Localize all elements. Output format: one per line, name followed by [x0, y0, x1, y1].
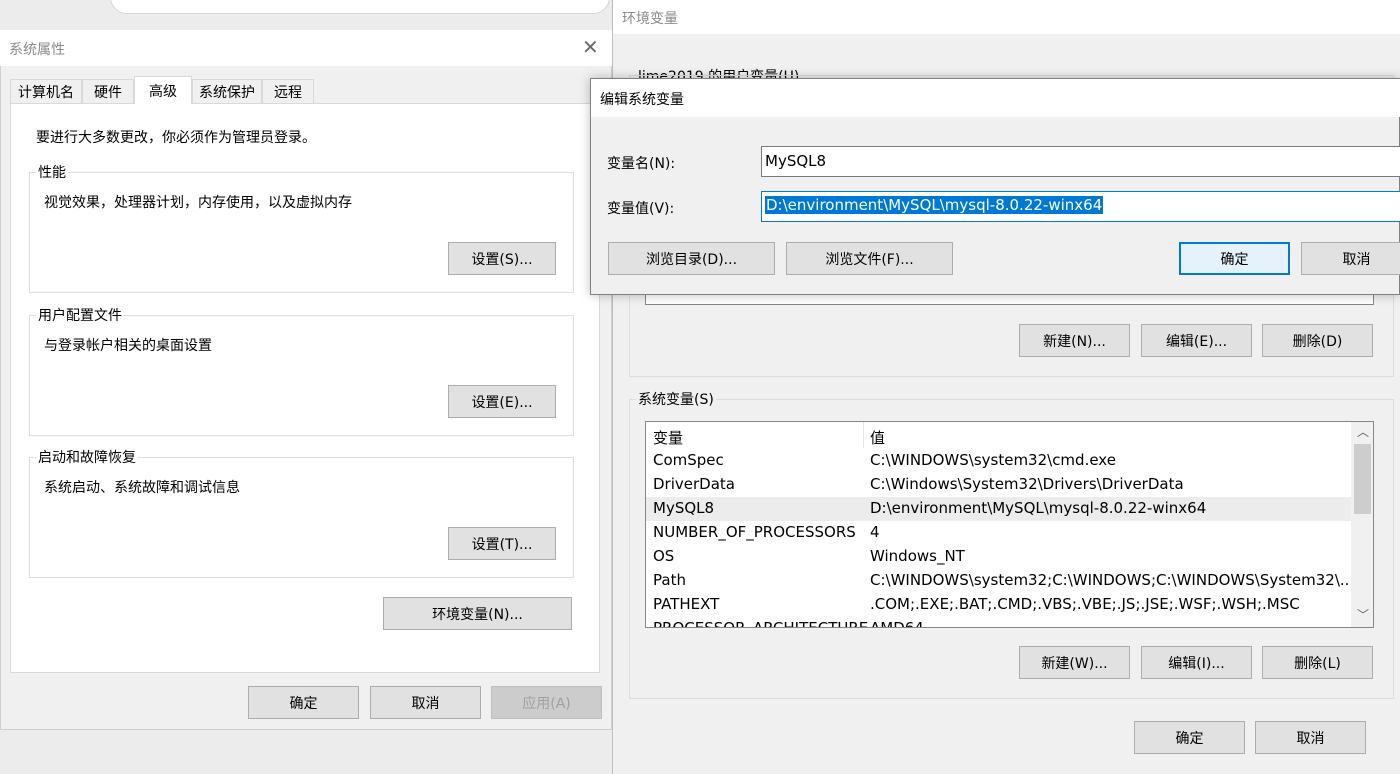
table-row[interactable]: NUMBER_OF_PROCESSORS 4	[646, 521, 1351, 545]
user-new-button[interactable]: 新建(N)...	[1019, 324, 1130, 357]
system-edit-button[interactable]: 编辑(I)...	[1141, 646, 1252, 679]
tab-system-protection[interactable]: 系统保护	[192, 79, 262, 104]
table-row[interactable]: PROCESSOR_ARCHITECTURE AMD64	[646, 617, 1351, 627]
table-row[interactable]: DriverData C:\Windows\System32\Drivers\Dr…	[646, 473, 1351, 497]
system-properties-ok-button[interactable]: 确定	[248, 686, 359, 719]
table-row-selected[interactable]: MySQL8 D:\environment\MySQL\mysql-8.0.22-…	[646, 497, 1351, 521]
edit-cancel-button[interactable]: 取消	[1301, 242, 1400, 275]
browse-directory-button[interactable]: 浏览目录(D)...	[608, 242, 775, 275]
system-delete-button[interactable]: 删除(L)	[1262, 646, 1373, 679]
close-icon[interactable]: ✕	[582, 35, 599, 59]
scrollbar-thumb[interactable]	[1354, 444, 1371, 514]
table-body: ComSpec C:\WINDOWS\system32\cmd.exe Drive…	[646, 448, 1354, 627]
user-edit-button[interactable]: 编辑(E)...	[1141, 324, 1252, 357]
variable-name-field[interactable]: MySQL8	[761, 146, 1400, 177]
window-title: 系统属性	[9, 42, 65, 58]
selected-value-text: D:\environment\MySQL\mysql-8.0.22-winx64	[765, 196, 1104, 214]
edit-dialog-title: 编辑系统变量	[600, 92, 684, 108]
user-profiles-title: 用户配置文件	[36, 305, 124, 325]
env-window-title: 环境变量	[622, 11, 678, 27]
environment-variables-button[interactable]: 环境变量(N)...	[383, 597, 572, 630]
edit-variable-dialog: 编辑系统变量 变量名(N): MySQL8 变量值(V): D:\environ…	[590, 78, 1400, 295]
scroll-down-icon[interactable]: ﹀	[1357, 606, 1369, 623]
table-scrollbar[interactable]: ︿ ﹀	[1351, 422, 1373, 627]
env-ok-button[interactable]: 确定	[1134, 721, 1245, 754]
tab-computer-name[interactable]: 计算机名	[10, 79, 82, 104]
tab-advanced[interactable]: 高级	[134, 76, 192, 104]
performance-settings-button[interactable]: 设置(S)...	[448, 242, 556, 275]
variable-value-field[interactable]: D:\environment\MySQL\mysql-8.0.22-winx64	[761, 191, 1400, 222]
admin-note: 要进行大多数更改，你必须作为管理员登录。	[36, 130, 316, 146]
column-header-value[interactable]: 值	[870, 427, 885, 448]
performance-desc: 视觉效果，处理器计划，内存使用，以及虚拟内存	[44, 195, 352, 211]
tab-hardware[interactable]: 硬件	[82, 79, 134, 104]
column-divider[interactable]	[863, 422, 864, 448]
edit-dialog-titlebar[interactable]: 编辑系统变量	[591, 79, 1400, 117]
browse-file-button[interactable]: 浏览文件(F)...	[786, 242, 953, 275]
environment-variables-titlebar[interactable]: 环境变量	[613, 0, 1400, 34]
apply-button[interactable]: 应用(A)	[491, 686, 602, 719]
edit-ok-button[interactable]: 确定	[1179, 242, 1290, 275]
system-properties-titlebar[interactable]: 系统属性 ✕	[0, 30, 612, 66]
user-delete-button[interactable]: 删除(D)	[1262, 324, 1373, 357]
column-header-name[interactable]: 变量	[653, 427, 683, 448]
startup-recovery-settings-button[interactable]: 设置(T)...	[448, 527, 556, 560]
background-search-box	[110, 0, 610, 14]
variable-value-label: 变量值(V):	[607, 201, 675, 217]
table-header: 变量 值	[646, 422, 1351, 448]
startup-recovery-desc: 系统启动、系统故障和调试信息	[44, 480, 240, 496]
startup-recovery-title: 启动和故障恢复	[36, 447, 138, 467]
system-properties-cancel-button[interactable]: 取消	[370, 686, 481, 719]
table-row[interactable]: Path C:\WINDOWS\system32;C:\WINDOWS;C:\WI…	[646, 569, 1354, 593]
scroll-up-icon[interactable]: ︿	[1357, 423, 1369, 440]
user-profiles-desc: 与登录帐户相关的桌面设置	[44, 338, 212, 354]
tab-remote[interactable]: 远程	[262, 79, 314, 104]
performance-title: 性能	[36, 162, 68, 182]
variable-name-label: 变量名(N):	[607, 156, 676, 172]
system-variables-table[interactable]: 变量 值 ComSpec C:\WINDOWS\system32\cmd.exe …	[645, 421, 1374, 628]
table-row[interactable]: OS Windows_NT	[646, 545, 1351, 569]
user-profiles-settings-button[interactable]: 设置(E)...	[448, 385, 556, 418]
table-row[interactable]: ComSpec C:\WINDOWS\system32\cmd.exe	[646, 449, 1351, 473]
env-cancel-button[interactable]: 取消	[1255, 721, 1366, 754]
system-variables-label: 系统变量(S)	[636, 389, 716, 409]
system-new-button[interactable]: 新建(W)...	[1019, 646, 1130, 679]
table-row[interactable]: PATHEXT .COM;.EXE;.BAT;.CMD;.VBS;.VBE;.JS…	[646, 593, 1351, 617]
